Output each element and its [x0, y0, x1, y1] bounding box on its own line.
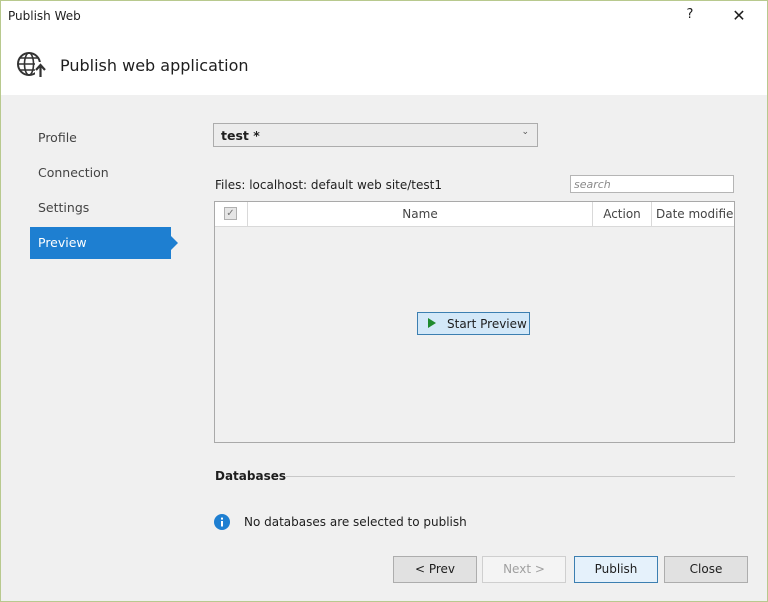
sidebar-item-preview[interactable]: Preview: [30, 227, 178, 259]
chevron-down-icon: ⌄: [521, 127, 529, 137]
select-all-checkbox[interactable]: ✓: [224, 207, 237, 220]
profile-dropdown[interactable]: test * ⌄: [213, 123, 538, 147]
title-bar: Publish Web ? ✕: [1, 1, 767, 33]
column-header-date-modified[interactable]: Date modifie: [652, 202, 734, 226]
select-all-column: ✓: [215, 202, 248, 226]
active-pointer-icon: [171, 236, 178, 250]
close-button[interactable]: Close: [664, 556, 748, 583]
profile-selected-value: test *: [221, 128, 260, 143]
start-preview-button[interactable]: Start Preview: [417, 312, 530, 335]
section-divider: [286, 476, 735, 477]
publish-web-dialog: Publish Web ? ✕ Publish web application …: [0, 0, 768, 602]
files-path-label: Files: localhost: default web site/test1: [215, 178, 442, 192]
column-header-action[interactable]: Action: [593, 202, 652, 226]
start-preview-label: Start Preview: [447, 317, 527, 331]
dialog-header: Publish web application: [1, 33, 767, 95]
info-icon: [214, 514, 230, 530]
globe-publish-icon: [17, 52, 46, 77]
page-title: Publish web application: [60, 56, 249, 75]
table-header: ✓ Name Action Date modifie: [215, 202, 734, 227]
next-button[interactable]: Next >: [482, 556, 566, 583]
close-icon[interactable]: ✕: [727, 5, 751, 29]
sidebar-item-label: Preview: [38, 235, 87, 250]
search-box[interactable]: [570, 175, 734, 193]
sidebar-item-profile[interactable]: Profile: [30, 122, 171, 154]
window-title: Publish Web: [8, 9, 81, 23]
databases-message: No databases are selected to publish: [244, 515, 467, 529]
databases-heading: Databases: [215, 469, 287, 483]
help-button[interactable]: ?: [679, 7, 701, 27]
sidebar-item-label: Profile: [38, 130, 77, 145]
search-input[interactable]: [574, 177, 730, 191]
sidebar-item-connection[interactable]: Connection: [30, 157, 171, 189]
play-icon: [428, 318, 436, 328]
prev-button[interactable]: < Prev: [393, 556, 477, 583]
sidebar-item-label: Settings: [38, 200, 90, 215]
sidebar-item-label: Connection: [38, 165, 109, 180]
sidebar-item-settings[interactable]: Settings: [30, 192, 171, 224]
publish-button[interactable]: Publish: [574, 556, 658, 583]
column-header-name[interactable]: Name: [248, 202, 593, 226]
